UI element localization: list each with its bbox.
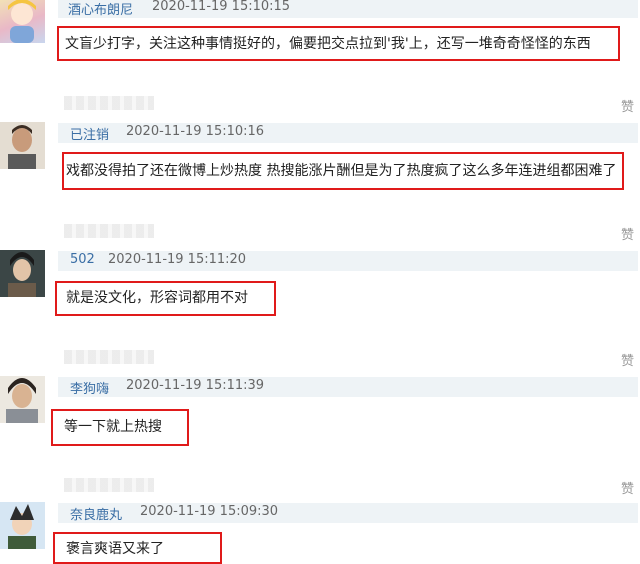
timestamp: 2020-11-19 15:10:15 <box>152 0 291 14</box>
avatar[interactable] <box>0 376 45 423</box>
comment-meta: 已注销 2020-11-19 15:10:16 <box>58 123 638 143</box>
timestamp: 2020-11-19 15:11:20 <box>108 252 247 267</box>
username[interactable]: 酒心布朗尼 <box>68 0 133 18</box>
avatar-illustration <box>0 122 45 169</box>
comment-meta: 酒心布朗尼 2020-11-19 15:10:15 <box>58 0 638 18</box>
avatar-illustration <box>0 502 45 549</box>
comment-text: 戏都没得拍了还在微博上炒热度 热搜能涨片酬但是为了热度疯了这么多年连进组都困难了 <box>66 163 617 179</box>
like-button[interactable]: 赞 <box>621 96 634 115</box>
comment-item: 奈良鹿丸 2020-11-19 15:09:30 褒言爽语又来了 <box>0 500 640 564</box>
comment-text: 就是没文化，形容词都用不对 <box>66 290 248 306</box>
avatar-illustration <box>0 376 45 423</box>
comment-item: 502 2020-11-19 15:11:20 就是没文化，形容词都用不对 赞 <box>0 248 640 369</box>
username[interactable]: 已注销 <box>70 124 109 143</box>
avatar-illustration <box>0 250 45 297</box>
timestamp: 2020-11-19 15:09:30 <box>140 504 279 519</box>
username[interactable]: 奈良鹿丸 <box>70 504 122 523</box>
timestamp: 2020-11-19 15:10:16 <box>126 124 265 139</box>
avatar[interactable] <box>0 250 45 297</box>
comment-meta: 李狗嗨 2020-11-19 15:11:39 <box>58 377 638 397</box>
blurred-reply <box>64 224 154 238</box>
avatar[interactable] <box>0 0 45 43</box>
comment-meta: 奈良鹿丸 2020-11-19 15:09:30 <box>58 503 638 523</box>
like-button[interactable]: 赞 <box>621 224 634 243</box>
comment-item: 酒心布朗尼 2020-11-19 15:10:15 文盲少打字，关注这种事情挺好… <box>0 0 640 115</box>
timestamp: 2020-11-19 15:11:39 <box>126 378 265 393</box>
blurred-reply <box>64 478 154 492</box>
comment-text: 文盲少打字，关注这种事情挺好的，偏要把交点拉到'我'上，还写一堆奇奇怪怪的东西 <box>65 36 591 52</box>
comment-item: 李狗嗨 2020-11-19 15:11:39 等一下就上热搜 赞 <box>0 376 640 497</box>
username[interactable]: 李狗嗨 <box>70 378 109 397</box>
avatar-illustration <box>8 0 36 43</box>
comment-item: 已注销 2020-11-19 15:10:16 戏都没得拍了还在微博上炒热度 热… <box>0 120 640 243</box>
comment-text: 褒言爽语又来了 <box>66 541 164 557</box>
comment-text: 等一下就上热搜 <box>64 419 162 435</box>
like-button[interactable]: 赞 <box>621 478 634 497</box>
avatar[interactable] <box>0 502 45 549</box>
avatar[interactable] <box>0 122 45 169</box>
blurred-reply <box>64 350 154 364</box>
comment-meta: 502 2020-11-19 15:11:20 <box>58 251 638 271</box>
username[interactable]: 502 <box>70 252 95 267</box>
blurred-reply <box>64 96 154 110</box>
like-button[interactable]: 赞 <box>621 350 634 369</box>
